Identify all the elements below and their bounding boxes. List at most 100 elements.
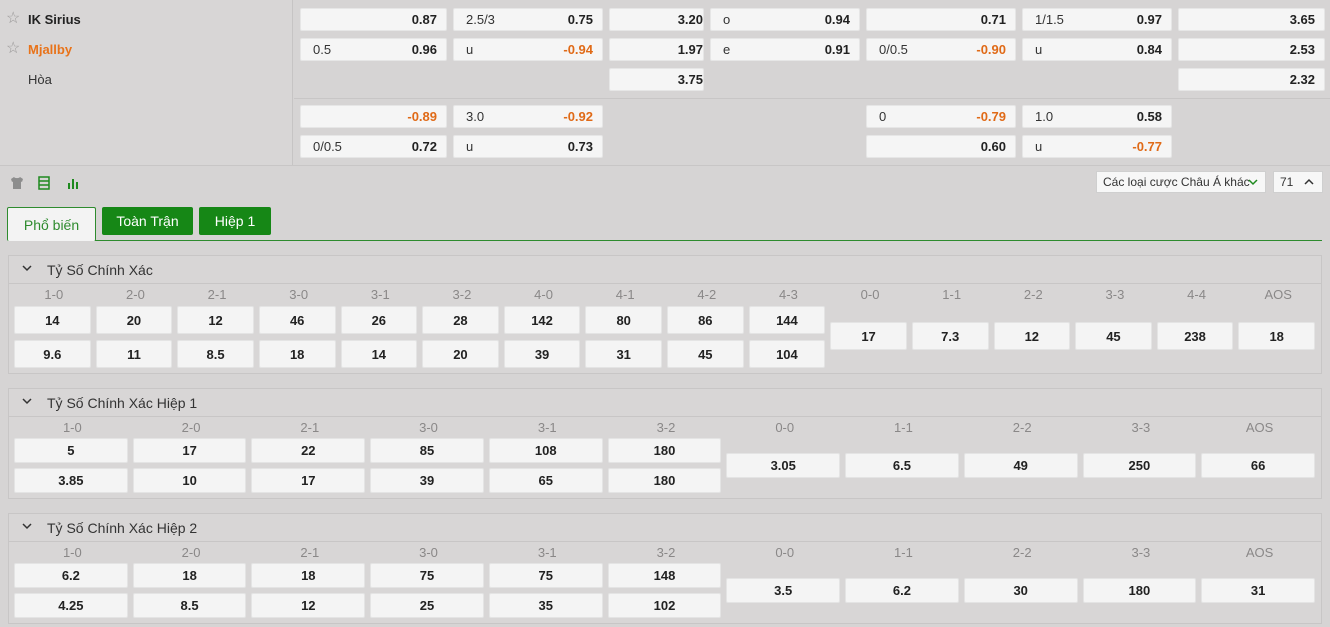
star-icon[interactable]: ☆ bbox=[6, 11, 22, 27]
odds-cell[interactable]: 0/0.5 -0.90 bbox=[866, 38, 1016, 61]
score-odds-home[interactable]: 144 bbox=[748, 306, 826, 334]
tab-full-match[interactable]: Toàn Trận bbox=[102, 207, 193, 235]
score-odds-home[interactable]: 85 bbox=[370, 438, 484, 463]
score-odds-draw[interactable]: 17 bbox=[830, 322, 907, 350]
odds-cell[interactable]: u 0.73 bbox=[453, 135, 603, 158]
bar-chart-icon[interactable] bbox=[64, 174, 82, 192]
score-odds-away[interactable]: 25 bbox=[370, 593, 484, 618]
score-odds-away[interactable]: 180 bbox=[607, 468, 722, 493]
score-odds-away[interactable]: 18 bbox=[258, 340, 336, 368]
score-odds-away[interactable]: 3.85 bbox=[14, 468, 128, 493]
score-odds-home[interactable]: 75 bbox=[488, 563, 603, 588]
score-odds-away[interactable]: 102 bbox=[607, 593, 722, 618]
score-odds-home[interactable]: 80 bbox=[585, 306, 662, 334]
odds-cell[interactable]: 0.71 bbox=[866, 8, 1016, 31]
score-odds-home[interactable]: 26 bbox=[340, 306, 418, 334]
score-odds-away[interactable]: 17 bbox=[251, 468, 366, 493]
section-header[interactable]: Tỷ Số Chính Xác bbox=[9, 256, 1321, 284]
home-team-name[interactable]: IK Sirius bbox=[28, 12, 81, 27]
jersey-icon[interactable] bbox=[8, 174, 26, 192]
score-odds-away[interactable]: 39 bbox=[503, 340, 581, 368]
odds-cell[interactable]: 3.75 bbox=[609, 68, 704, 91]
score-odds-home[interactable]: 75 bbox=[370, 563, 484, 588]
tab-first-half[interactable]: Hiệp 1 bbox=[199, 207, 271, 235]
score-odds-home[interactable]: 18 bbox=[251, 563, 366, 588]
score-odds-away[interactable]: 20 bbox=[422, 340, 499, 368]
score-odds-home[interactable]: 180 bbox=[607, 438, 722, 463]
score-odds-draw[interactable]: 66 bbox=[1201, 453, 1315, 478]
odds-cell[interactable]: 0/0.5 0.72 bbox=[300, 135, 447, 158]
odds-cell[interactable]: 1/1.5 0.97 bbox=[1022, 8, 1172, 31]
score-odds-draw[interactable]: 12 bbox=[993, 322, 1071, 350]
score-odds-away[interactable]: 4.25 bbox=[14, 593, 128, 618]
odds-cell[interactable]: 3.65 bbox=[1178, 8, 1325, 31]
score-odds-away[interactable]: 10 bbox=[132, 468, 247, 493]
section-header[interactable]: Tỷ Số Chính Xác Hiệp 2 bbox=[9, 514, 1321, 542]
score-odds-draw[interactable]: 3.5 bbox=[726, 578, 841, 603]
odds-cell[interactable]: e 0.91 bbox=[710, 38, 860, 61]
list-icon[interactable] bbox=[35, 174, 53, 192]
score-odds-home[interactable]: 28 bbox=[422, 306, 499, 334]
score-odds-draw[interactable]: 49 bbox=[963, 453, 1078, 478]
score-odds-draw[interactable]: 7.3 bbox=[911, 322, 989, 350]
odds-cell[interactable]: 2.5/3 0.75 bbox=[453, 8, 603, 31]
score-odds-home[interactable]: 86 bbox=[667, 306, 744, 334]
tab-popular[interactable]: Phổ biến bbox=[7, 207, 96, 241]
score-odds-away[interactable]: 65 bbox=[488, 468, 603, 493]
score-odds-away[interactable]: 45 bbox=[667, 340, 744, 368]
score-odds-home[interactable]: 142 bbox=[503, 306, 581, 334]
score-odds-home[interactable]: 14 bbox=[14, 306, 91, 334]
score-odds-home[interactable]: 22 bbox=[251, 438, 366, 463]
score-odds-away[interactable]: 12 bbox=[251, 593, 366, 618]
score-odds-draw[interactable]: 180 bbox=[1082, 578, 1197, 603]
odds-cell[interactable]: 3.20 bbox=[609, 8, 704, 31]
score-odds-draw[interactable]: 6.2 bbox=[845, 578, 959, 603]
odds-cell[interactable]: 0.87 bbox=[300, 8, 447, 31]
score-odds-home[interactable]: 12 bbox=[177, 306, 254, 334]
odds-cell[interactable]: 0 -0.79 bbox=[866, 105, 1016, 128]
market-count-toggle[interactable]: 71 bbox=[1273, 171, 1323, 193]
odds-cell[interactable]: u 0.84 bbox=[1022, 38, 1172, 61]
score-odds-home[interactable]: 46 bbox=[258, 306, 336, 334]
score-odds-away[interactable]: 14 bbox=[340, 340, 418, 368]
score-odds-away[interactable]: 11 bbox=[95, 340, 173, 368]
score-odds-away[interactable]: 39 bbox=[370, 468, 484, 493]
odds-cell[interactable]: 3.0 -0.92 bbox=[453, 105, 603, 128]
odds-cell[interactable]: 2.32 bbox=[1178, 68, 1325, 91]
score-odds-away[interactable]: 9.6 bbox=[14, 340, 91, 368]
score-odds-home[interactable]: 5 bbox=[14, 438, 128, 463]
score-odds-away[interactable]: 8.5 bbox=[132, 593, 247, 618]
away-team-name[interactable]: Mjallby bbox=[28, 42, 72, 57]
score-odds-away[interactable]: 35 bbox=[488, 593, 603, 618]
odds-cell[interactable]: 1.0 0.58 bbox=[1022, 105, 1172, 128]
score-odds-home[interactable]: 20 bbox=[95, 306, 173, 334]
score-odds-home[interactable]: 6.2 bbox=[14, 563, 128, 588]
odds-cell[interactable]: 0.60 bbox=[866, 135, 1016, 158]
score-odds-home[interactable]: 108 bbox=[488, 438, 603, 463]
score-odds-draw[interactable]: 30 bbox=[963, 578, 1078, 603]
score-odds-home[interactable]: 17 bbox=[132, 438, 247, 463]
odds-cell[interactable]: u -0.77 bbox=[1022, 135, 1172, 158]
odds-cell[interactable]: 0.5 0.96 bbox=[300, 38, 447, 61]
star-icon[interactable]: ☆ bbox=[6, 41, 22, 57]
score-odds-draw[interactable]: 31 bbox=[1201, 578, 1315, 603]
score-odds-home[interactable]: 148 bbox=[607, 563, 722, 588]
score-odds-draw[interactable]: 45 bbox=[1075, 322, 1152, 350]
section-correct-score-h1: Tỷ Số Chính Xác Hiệp 1 1-0 2-0 2-1 3-0 3-1 3-… bbox=[8, 388, 1322, 499]
score-odds-draw[interactable]: 3.05 bbox=[726, 453, 841, 478]
score-odds-draw[interactable]: 238 bbox=[1156, 322, 1234, 350]
score-odds-draw[interactable]: 18 bbox=[1238, 322, 1315, 350]
score-odds-away[interactable]: 31 bbox=[585, 340, 662, 368]
market-type-select[interactable]: Các loại cược Châu Á khác bbox=[1096, 171, 1266, 193]
score-odds-draw[interactable]: 6.5 bbox=[845, 453, 959, 478]
odds-cell[interactable]: -0.89 bbox=[300, 105, 447, 128]
section-header[interactable]: Tỷ Số Chính Xác Hiệp 1 bbox=[9, 389, 1321, 417]
score-odds-away[interactable]: 8.5 bbox=[177, 340, 254, 368]
odds-cell[interactable]: o 0.94 bbox=[710, 8, 860, 31]
score-odds-draw[interactable]: 250 bbox=[1082, 453, 1197, 478]
odds-cell[interactable]: u -0.94 bbox=[453, 38, 603, 61]
score-odds-home[interactable]: 18 bbox=[132, 563, 247, 588]
score-odds-away[interactable]: 104 bbox=[748, 340, 826, 368]
odds-cell[interactable]: 1.97 bbox=[609, 38, 704, 61]
odds-cell[interactable]: 2.53 bbox=[1178, 38, 1325, 61]
